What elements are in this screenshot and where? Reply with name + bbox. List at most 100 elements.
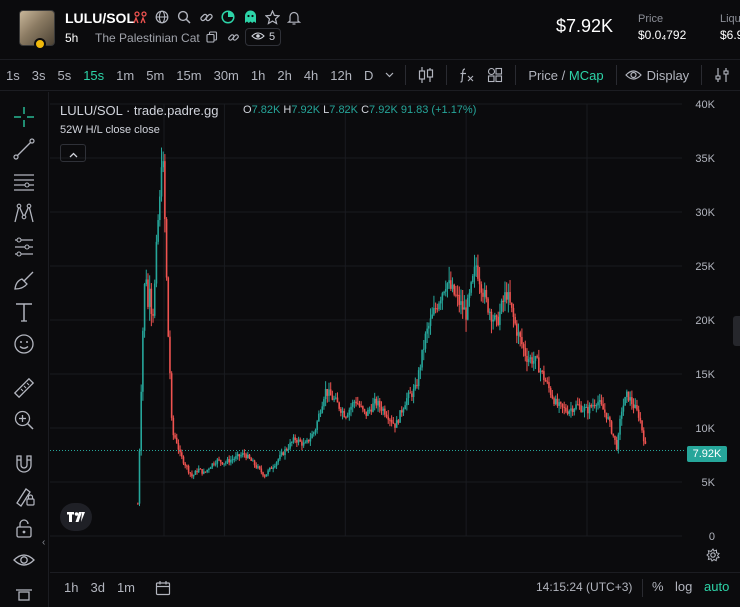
ghost-icon[interactable]	[242, 9, 258, 25]
text-icon[interactable]	[12, 300, 36, 324]
chain-link-icon[interactable]	[227, 31, 240, 47]
percent-scale-toggle[interactable]: %	[652, 579, 664, 594]
timeframe-1h[interactable]: 1h	[245, 60, 271, 90]
auto-scale-toggle[interactable]: auto	[704, 579, 729, 594]
star-icon[interactable]	[264, 9, 280, 25]
y-tick-label: 15K	[695, 369, 715, 381]
candle-body	[412, 388, 415, 397]
timeframe-1s[interactable]: 1s	[0, 60, 26, 90]
scroll-left-icon[interactable]: ‹	[42, 537, 45, 548]
horizontal-lines-icon[interactable]	[12, 170, 36, 194]
price-mcap-toggle[interactable]: Price / MCap	[522, 68, 609, 83]
candle-body	[177, 443, 180, 450]
candle-body	[607, 417, 609, 419]
candle-body	[553, 398, 555, 404]
side-panel-toggle[interactable]	[733, 316, 740, 346]
candle-body	[355, 401, 357, 404]
timeframe-2h[interactable]: 2h	[271, 60, 297, 90]
ruler-icon[interactable]	[12, 376, 36, 400]
range-3d[interactable]: 3d	[84, 580, 110, 595]
candle-body	[597, 401, 599, 406]
lock-drawing-icon[interactable]	[12, 484, 36, 508]
tradingview-logo[interactable]	[60, 503, 92, 531]
candle-body	[350, 406, 352, 410]
candle-body	[470, 282, 472, 293]
pie-chart-icon[interactable]	[220, 9, 236, 25]
candle-body	[290, 441, 293, 443]
candle-body	[466, 297, 469, 320]
calendar-icon[interactable]	[155, 580, 171, 596]
candle-body	[473, 266, 476, 276]
candle-body	[360, 406, 362, 408]
settings-sliders-icon[interactable]	[708, 60, 736, 90]
candle-body	[424, 333, 427, 349]
candle-body	[223, 463, 225, 465]
timeframe-15s[interactable]: 15s	[77, 60, 110, 90]
candle-body	[468, 292, 471, 298]
display-button[interactable]: Display	[645, 68, 696, 83]
candle-body	[527, 359, 530, 362]
candle-body	[181, 452, 183, 457]
eye-icon[interactable]	[623, 60, 645, 90]
range-1m[interactable]: 1m	[111, 580, 141, 595]
candle-body	[336, 397, 339, 403]
candle-body	[219, 459, 222, 463]
search-icon[interactable]	[176, 9, 192, 25]
timeframe-30m[interactable]: 30m	[208, 60, 245, 90]
candle-body	[248, 454, 251, 459]
candle-body	[199, 468, 202, 470]
trash-icon[interactable]	[12, 582, 36, 606]
brush-icon[interactable]	[12, 268, 36, 292]
timeframe-3s[interactable]: 3s	[26, 60, 52, 90]
y-tick-label: 10K	[695, 423, 715, 435]
candles-icon[interactable]	[412, 60, 440, 90]
timeframe-1m[interactable]: 1m	[110, 60, 140, 90]
zoom-in-icon[interactable]	[12, 408, 36, 432]
log-scale-toggle[interactable]: log	[675, 579, 692, 594]
forecast-icon[interactable]	[12, 235, 36, 259]
timeframe-4h[interactable]: 4h	[298, 60, 324, 90]
candle-body	[422, 348, 425, 350]
timeframe-D[interactable]: D	[358, 60, 379, 90]
eye-hide-icon[interactable]	[12, 548, 36, 572]
copy-icon[interactable]	[206, 31, 218, 46]
indicator-label[interactable]: 52W H/L close close	[60, 124, 160, 136]
candle-body	[390, 419, 393, 423]
range-1h[interactable]: 1h	[58, 580, 84, 595]
crosshair-icon[interactable]	[12, 105, 36, 129]
candle-body	[245, 454, 247, 459]
chevron-down-icon[interactable]	[379, 60, 399, 90]
link-icon[interactable]	[198, 9, 214, 25]
price-chart[interactable]: 05K10K15K20K25K30K35K40K 09:3010:0011:00…	[50, 92, 740, 547]
lock-icon[interactable]	[12, 516, 36, 540]
candle-body	[582, 410, 584, 412]
candle-body	[516, 323, 518, 336]
timeframe-5m[interactable]: 5m	[140, 60, 170, 90]
smiley-icon[interactable]	[12, 332, 36, 356]
candle-body	[302, 442, 305, 446]
globe-icon[interactable]	[154, 9, 170, 25]
timeframe-12h[interactable]: 12h	[324, 60, 358, 90]
candle-body	[488, 311, 491, 313]
toolbar-divider	[405, 65, 407, 85]
candle-body	[189, 472, 192, 474]
pattern-icon[interactable]	[12, 202, 36, 226]
candle-body	[157, 220, 159, 242]
templates-icon[interactable]	[481, 60, 509, 90]
watchers-badge[interactable]: 5	[245, 28, 282, 46]
trend-line-icon[interactable]	[12, 137, 36, 161]
candle-body	[162, 161, 164, 168]
collapse-legend-button[interactable]	[60, 144, 86, 162]
clock-time[interactable]: 14:15:24 (UTC+3)	[536, 580, 632, 594]
people-icon[interactable]	[132, 9, 148, 25]
indicators-icon[interactable]	[453, 60, 481, 90]
candle-body	[346, 414, 349, 418]
timeframe-5s[interactable]: 5s	[51, 60, 77, 90]
bell-icon[interactable]	[286, 9, 302, 25]
timeframe-15m[interactable]: 15m	[170, 60, 207, 90]
y-tick-label: 30K	[695, 207, 715, 219]
candle-body	[546, 381, 549, 383]
magnet-icon[interactable]	[12, 452, 36, 476]
bottom-divider	[642, 579, 643, 597]
gear-icon[interactable]	[706, 548, 720, 565]
